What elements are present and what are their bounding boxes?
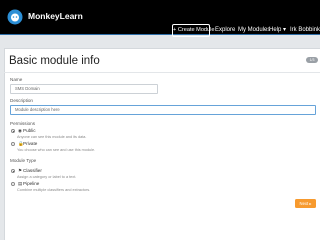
next-button[interactable]: Next ▸ [295, 199, 316, 208]
name-label: Name [10, 77, 23, 82]
module-type-label: Module Type [10, 158, 37, 163]
public-description: Anyone can see this module and its data. [17, 135, 87, 139]
brand-name[interactable]: MonkeyLearn [28, 11, 83, 21]
pipeline-icon: ▤ [18, 181, 23, 186]
private-description: You choose who can see and use this modu… [17, 148, 96, 152]
public-radio[interactable] [11, 129, 15, 133]
globe-icon: ◉ [18, 128, 22, 133]
monkeylearn-logo-icon[interactable] [7, 9, 23, 25]
nav-user-menu[interactable]: Irk Bobbink ▾ [290, 24, 320, 37]
nav-help[interactable]: Help ▾ [269, 24, 286, 37]
private-label: Private [23, 141, 38, 146]
nav-explore[interactable]: Explore [215, 24, 235, 37]
classifier-label: Classifier [23, 168, 42, 173]
private-radio[interactable] [11, 142, 15, 146]
pipeline-label: Pipeline [23, 181, 40, 186]
title-divider [4, 72, 320, 73]
tag-icon: ⚑ [18, 168, 23, 173]
create-module-button[interactable]: + Create Module [172, 24, 215, 37]
classifier-radio[interactable] [11, 169, 15, 173]
page-title: Basic module info [9, 55, 100, 67]
module-info-card [4, 48, 320, 240]
classifier-description: Assign a category or label to a text. [17, 175, 77, 179]
description-input[interactable]: Module description here [10, 105, 316, 115]
permissions-label: Permissions [10, 121, 36, 126]
pipeline-description: Combine multiple classifiers and extract… [17, 188, 91, 192]
description-label: Description [10, 98, 33, 103]
step-badge: 1/3 [306, 57, 318, 63]
public-label: Public [23, 128, 36, 133]
pipeline-radio[interactable] [11, 182, 15, 186]
nav-my-modules[interactable]: My Modules [238, 24, 270, 37]
name-input[interactable]: SMS Domain [10, 84, 158, 94]
